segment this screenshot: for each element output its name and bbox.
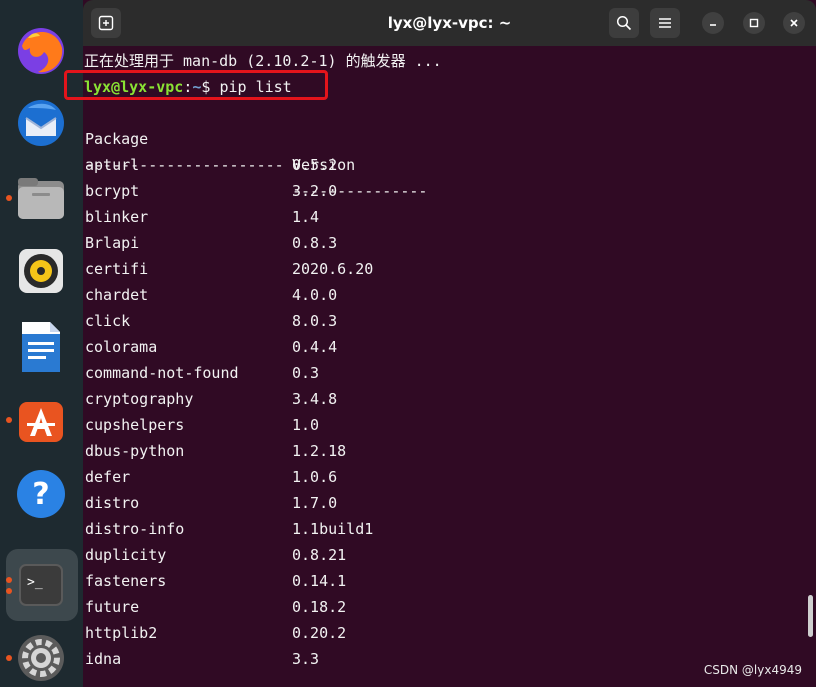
table-row: chardet 4.0.0 — [84, 282, 684, 308]
package-name: blinker — [85, 208, 149, 226]
minimize-icon — [710, 24, 716, 26]
maximize-icon — [749, 18, 759, 28]
package-version: 1.7.0 — [292, 494, 338, 512]
title-bar[interactable]: lyx@lyx-vpc: ~ — [83, 0, 816, 46]
app-center-icon[interactable] — [12, 392, 70, 450]
rhythmbox-icon[interactable] — [12, 242, 70, 300]
package-version: 0.3 — [292, 364, 320, 382]
package-name: command-not-found — [85, 364, 239, 382]
table-row: bcrypt 3.2.0 — [84, 178, 684, 204]
package-name: dbus-python — [85, 442, 185, 460]
package-version: 0.8.3 — [292, 234, 338, 252]
package-version: 1.0.6 — [292, 468, 338, 486]
package-version: 4.0.0 — [292, 286, 338, 304]
package-name: distro-info — [85, 520, 185, 538]
table-row: distro 1.7.0 — [84, 490, 684, 516]
package-name: cryptography — [85, 390, 194, 408]
package-version: 1.2.18 — [292, 442, 347, 460]
table-row: duplicity 0.8.21 — [84, 542, 684, 568]
table-header: Package Version — [84, 100, 684, 174]
table-row: apturl 0.5.2 — [84, 152, 684, 178]
maximize-button[interactable] — [743, 12, 765, 34]
package-name: future — [85, 598, 140, 616]
table-row: defer 1.0.6 — [84, 464, 684, 490]
help-icon[interactable]: ? — [12, 465, 70, 523]
package-version: 0.20.2 — [292, 624, 347, 642]
package-version: 0.14.1 — [292, 572, 347, 590]
package-name: fasteners — [85, 572, 167, 590]
table-row: httplib2 0.20.2 — [84, 620, 684, 646]
firefox-icon[interactable] — [12, 22, 70, 80]
package-version: 1.4 — [292, 208, 320, 226]
table-row: cupshelpers 1.0 — [84, 412, 684, 438]
package-version: 3.3 — [292, 650, 320, 668]
table-row: command-not-found 0.3 — [84, 360, 684, 386]
package-version: 1.1build1 — [292, 520, 374, 538]
table-row: idna 3.3 — [84, 646, 684, 672]
table-row: certifi 2020.6.20 — [84, 256, 684, 282]
close-icon — [790, 19, 798, 27]
package-name: httplib2 — [85, 624, 158, 642]
package-name: defer — [85, 468, 131, 486]
package-name: distro — [85, 494, 140, 512]
package-name: idna — [85, 650, 122, 668]
table-row: distro-info 1.1build1 — [84, 516, 684, 542]
table-row: Brlapi 0.8.3 — [84, 230, 684, 256]
table-row: dbus-python 1.2.18 — [84, 438, 684, 464]
table-row: colorama 0.4.4 — [84, 334, 684, 360]
ubuntu-dock: ? >_ — [0, 0, 83, 687]
package-version: 0.18.2 — [292, 598, 347, 616]
settings-icon[interactable] — [12, 629, 70, 687]
table-row: blinker 1.4 — [84, 204, 684, 230]
package-version: 0.8.21 — [292, 546, 347, 564]
search-button[interactable] — [609, 8, 639, 38]
terminal-output[interactable]: 正在处理用于 man-db (2.10.2-1) 的触发器 ... lyx@ly… — [64, 46, 816, 687]
package-version: 0.5.2 — [292, 156, 338, 174]
package-name: certifi — [85, 260, 149, 278]
package-name: chardet — [85, 286, 149, 304]
hamburger-icon — [659, 18, 671, 28]
package-version: 0.4.4 — [292, 338, 338, 356]
package-name: cupshelpers — [85, 416, 185, 434]
menu-button[interactable] — [650, 8, 680, 38]
terminal-window: lyx@lyx-vpc: ~ 正在处理用于 man-db (2.10.2-1) … — [64, 0, 816, 687]
close-button[interactable] — [783, 12, 805, 34]
writer-icon[interactable] — [12, 318, 70, 376]
package-name: apturl — [85, 156, 140, 174]
table-row: future 0.18.2 — [84, 594, 684, 620]
minimize-button[interactable] — [702, 12, 724, 34]
svg-text:?: ? — [32, 477, 49, 512]
package-version: 8.0.3 — [292, 312, 338, 330]
package-version: 2020.6.20 — [292, 260, 374, 278]
watermark: CSDN @lyx4949 — [703, 663, 802, 677]
search-icon — [616, 15, 632, 31]
package-name: Brlapi — [85, 234, 140, 252]
package-name: colorama — [85, 338, 158, 356]
highlight-box — [64, 70, 328, 100]
table-row: click 8.0.3 — [84, 308, 684, 334]
table-row: cryptography 3.4.8 — [84, 386, 684, 412]
package-name: duplicity — [85, 546, 167, 564]
package-name: bcrypt — [85, 182, 140, 200]
scrollbar[interactable] — [808, 595, 813, 637]
package-version: 3.4.8 — [292, 390, 338, 408]
terminal-icon[interactable]: >_ — [12, 556, 70, 614]
package-name: click — [85, 312, 131, 330]
files-icon[interactable] — [12, 169, 70, 227]
table-separator: ---------------------- --------------- — [84, 126, 684, 200]
svg-text:>_: >_ — [27, 575, 43, 590]
package-version: 1.0 — [292, 416, 320, 434]
thunderbird-icon[interactable] — [12, 94, 70, 152]
package-version: 3.2.0 — [292, 182, 338, 200]
table-row: fasteners 0.14.1 — [84, 568, 684, 594]
